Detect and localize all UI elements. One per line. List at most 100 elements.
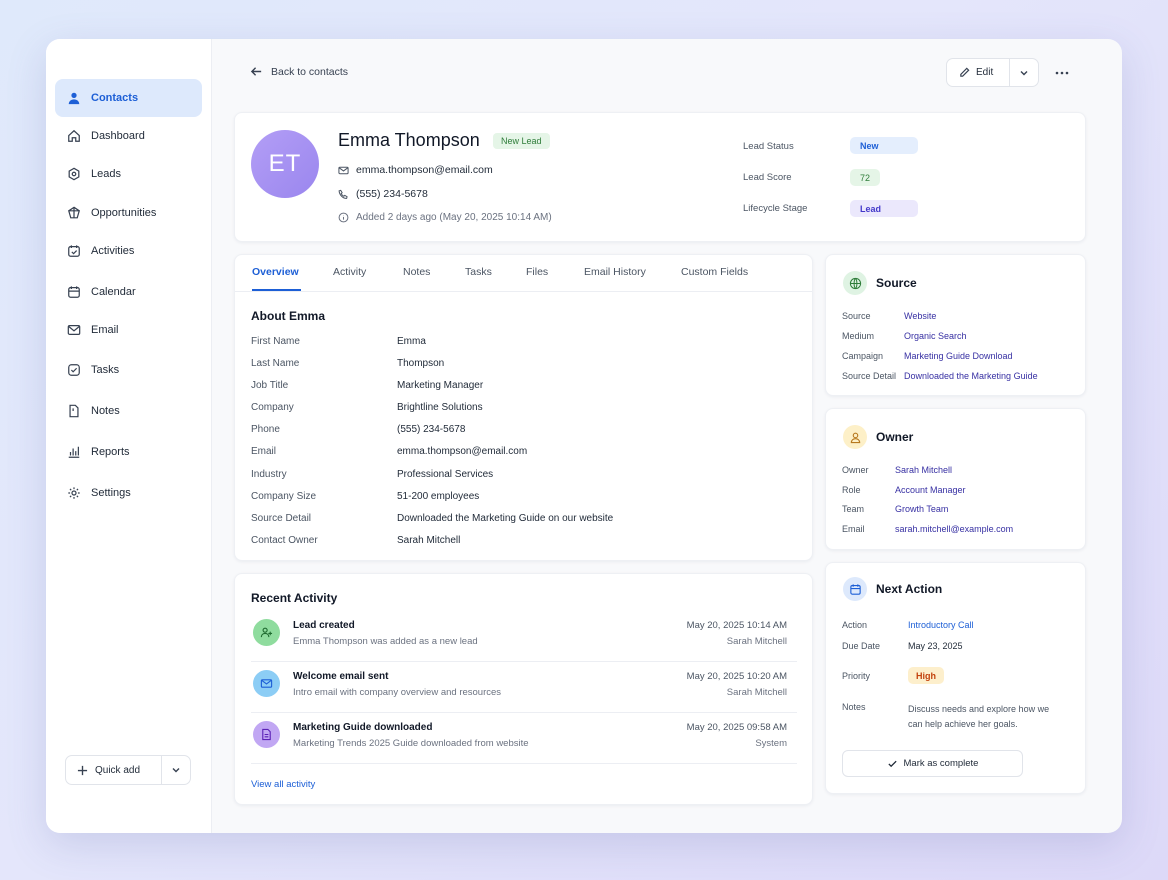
activity-description: Marketing Trends 2025 Guide downloaded f… [293, 738, 529, 749]
chevron-down-icon [172, 768, 180, 773]
sidebar-item-label: Email [91, 324, 119, 336]
owner-row-value[interactable]: sarah.mitchell@example.com [895, 524, 1013, 534]
chevron-down-icon [1020, 70, 1028, 75]
source-row-value[interactable]: Organic Search [904, 331, 967, 341]
sidebar-item-email[interactable]: Email [55, 311, 202, 349]
sidebar-item-contacts[interactable]: Contacts [55, 79, 202, 117]
owner-title: Owner [876, 430, 914, 444]
activity-row[interactable]: Welcome email sent Intro email with comp… [251, 662, 797, 713]
source-title: Source [876, 276, 917, 290]
tab-tasks[interactable]: Tasks [465, 266, 492, 278]
view-all-activity-link[interactable]: View all activity [251, 779, 315, 790]
sidebar-item-reports[interactable]: Reports [55, 433, 202, 471]
lead-score-value: 72 [850, 169, 881, 186]
recent-activity-title: Recent Activity [251, 591, 338, 605]
sidebar-item-tasks[interactable]: Tasks [55, 351, 202, 389]
sidebar: Contacts Dashboard Leads Opportunities A… [46, 39, 212, 833]
field-label: Email [251, 446, 277, 457]
overview-card: Overview Activity Notes Tasks Files Emai… [234, 254, 813, 561]
edit-dropdown-button[interactable] [1010, 59, 1038, 86]
activity-row[interactable]: Marketing Guide downloaded Marketing Tre… [251, 713, 797, 764]
contact-name: Emma Thompson [338, 130, 480, 150]
activity-title: Lead created [293, 620, 355, 631]
field-value: Emma [397, 336, 426, 347]
activity-row[interactable]: Lead created Emma Thompson was added as … [251, 611, 797, 662]
field-label: Industry [251, 469, 287, 480]
owner-row-value[interactable]: Account Manager [895, 485, 966, 495]
source-row-value[interactable]: Downloaded the Marketing Guide [904, 371, 1038, 381]
tab-files[interactable]: Files [526, 266, 548, 278]
document-icon [253, 721, 280, 748]
sidebar-item-opportunities[interactable]: Opportunities [55, 194, 202, 232]
contact-email[interactable]: emma.thompson@email.com [338, 164, 493, 176]
sidebar-item-activities[interactable]: Activities [55, 232, 202, 270]
sidebar-item-label: Settings [91, 487, 131, 499]
calendar-icon [843, 577, 867, 601]
quick-add-button[interactable]: Quick add [66, 756, 162, 784]
sidebar-item-dashboard[interactable]: Dashboard [55, 117, 202, 155]
source-row-value[interactable]: Website [904, 311, 936, 321]
mail-icon [253, 670, 280, 697]
back-to-contacts-link[interactable]: Back to contacts [250, 65, 348, 78]
sidebar-item-label: Contacts [91, 92, 139, 104]
activity-title: Welcome email sent [293, 671, 389, 682]
back-link-label: Back to contacts [271, 65, 349, 78]
avatar: ET [251, 130, 319, 198]
app-window: Contacts Dashboard Leads Opportunities A… [46, 39, 1122, 833]
activity-description: Emma Thompson was added as a new lead [293, 636, 478, 647]
lead-status-value: New [850, 137, 918, 154]
pencil-icon [960, 67, 970, 77]
sidebar-item-label: Activities [91, 245, 135, 257]
more-options-button[interactable] [1052, 63, 1072, 83]
edit-button[interactable]: Edit [947, 59, 1010, 86]
field-value: Thompson [397, 358, 445, 369]
main-content: Back to contacts Edit ET Emma Thompson N… [212, 39, 1122, 833]
sidebar-item-label: Reports [91, 446, 130, 458]
lifecycle-stage-value: Lead [850, 200, 918, 217]
owner-row-label: Email [842, 524, 865, 534]
tab-activity[interactable]: Activity [333, 266, 366, 278]
tab-custom-fields[interactable]: Custom Fields [681, 266, 748, 278]
sidebar-item-label: Notes [91, 405, 120, 417]
mark-complete-button[interactable]: Mark as complete [842, 750, 1023, 777]
recent-activity-card: Recent Activity Lead created Emma Thomps… [234, 573, 813, 805]
field-label: Company Size [251, 491, 317, 502]
priority-label: Priority [842, 671, 871, 681]
field-value: (555) 234-5678 [397, 424, 466, 435]
contact-phone-text: (555) 234-5678 [356, 188, 428, 200]
activity-user: System [755, 738, 787, 749]
action-value[interactable]: Introductory Call [908, 620, 974, 630]
check-icon [887, 760, 897, 768]
contact-phone[interactable]: (555) 234-5678 [338, 188, 428, 200]
field-value: Marketing Manager [397, 380, 484, 391]
mail-icon [67, 325, 81, 335]
sidebar-item-label: Leads [91, 168, 121, 180]
source-row-label: Source [842, 311, 871, 321]
sidebar-item-label: Opportunities [91, 207, 157, 219]
edit-label: Edit [976, 67, 994, 78]
field-value: Professional Services [397, 469, 494, 480]
sidebar-item-settings[interactable]: Settings [55, 474, 202, 512]
source-row-label: Campaign [842, 351, 884, 361]
priority-badge: High [908, 667, 944, 684]
plus-icon [77, 765, 88, 775]
activity-user: Sarah Mitchell [726, 687, 787, 698]
sidebar-item-calendar[interactable]: Calendar [55, 273, 202, 311]
tab-notes[interactable]: Notes [403, 266, 430, 278]
sidebar-item-label: Calendar [91, 286, 136, 298]
source-row-label: Source Detail [842, 371, 897, 381]
note-icon [69, 404, 79, 418]
sidebar-item-notes[interactable]: Notes [55, 392, 202, 430]
sidebar-item-leads[interactable]: Leads [55, 155, 202, 193]
phone-icon [338, 189, 348, 199]
calendar-check-icon [68, 245, 80, 257]
quick-add-dropdown[interactable] [162, 765, 190, 775]
lifecycle-stage-label: Lifecycle Stage [743, 203, 808, 214]
owner-row-value[interactable]: Sarah Mitchell [895, 465, 952, 475]
owner-row-label: Role [842, 485, 861, 495]
owner-row-value[interactable]: Growth Team [895, 504, 948, 514]
tab-overview[interactable]: Overview [252, 266, 299, 278]
source-row-value[interactable]: Marketing Guide Download [904, 351, 1013, 361]
tab-email-history[interactable]: Email History [584, 266, 646, 278]
owner-row-label: Owner [842, 465, 869, 475]
